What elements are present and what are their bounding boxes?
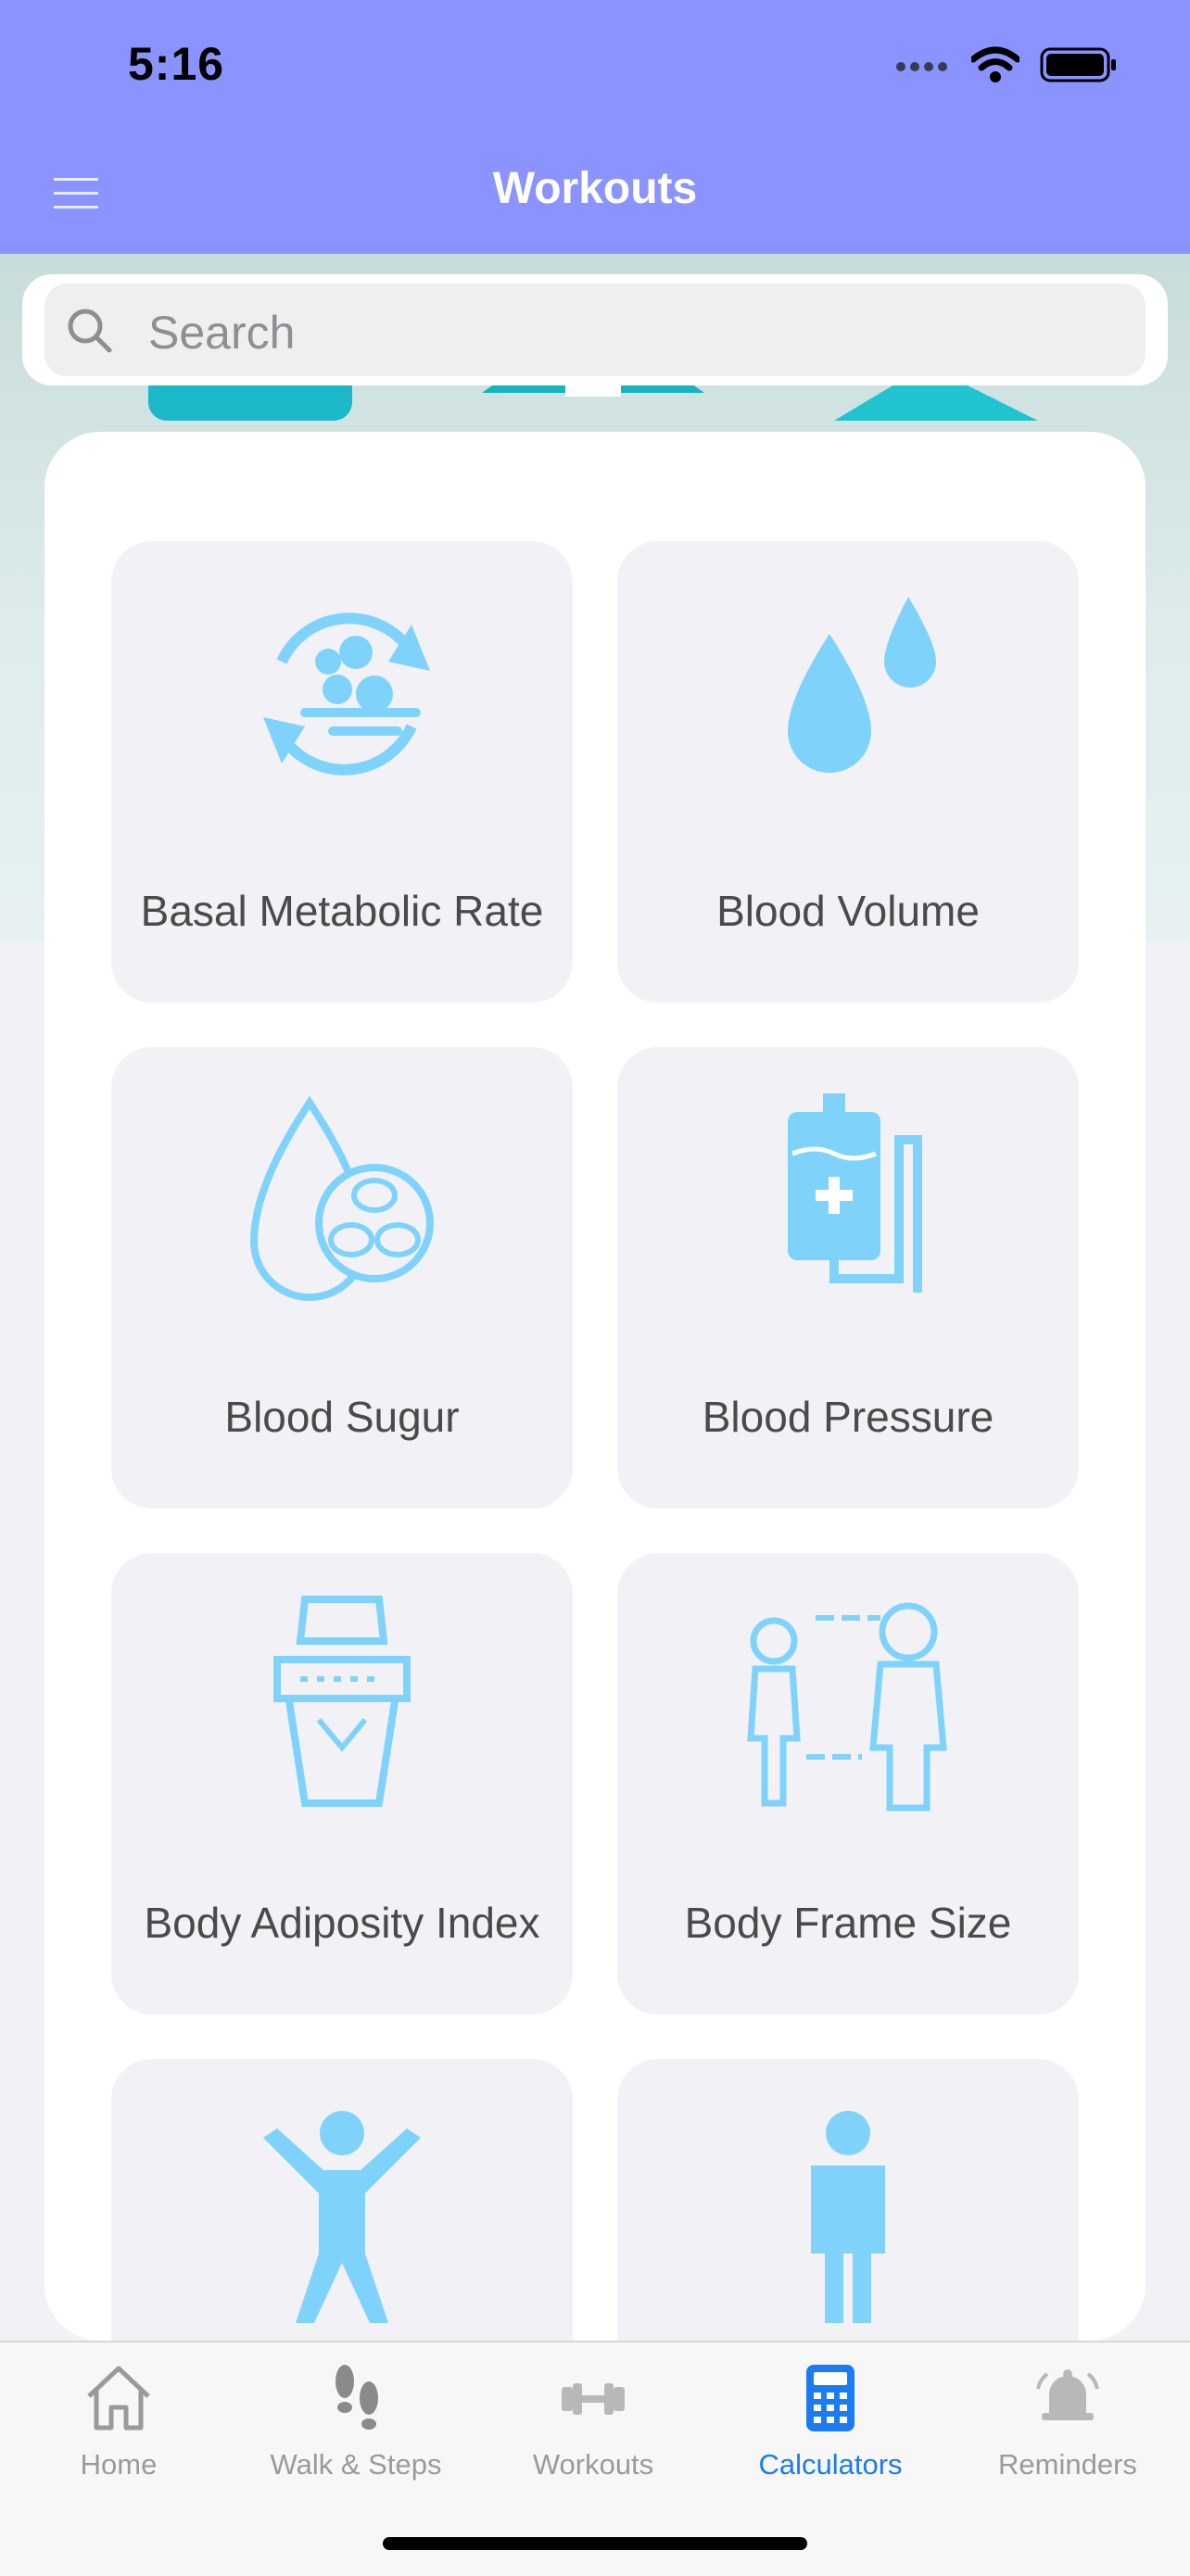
signal-icon (896, 62, 947, 71)
status-icons (895, 46, 1118, 83)
body-frame-icon (747, 1602, 947, 1812)
tab-walk-steps[interactable]: Walk & Steps (237, 2361, 475, 2500)
footsteps-icon (335, 2365, 378, 2430)
home-icon (87, 2366, 150, 2431)
bell-icon (1036, 2369, 1099, 2420)
waist-icon (273, 1596, 411, 1807)
card-label: Body Frame Size (684, 1899, 1012, 1947)
calculator-icon (806, 2365, 855, 2431)
page-title: Workouts (492, 164, 698, 213)
card-blood-sugar[interactable]: Blood Sugur (111, 1047, 573, 1509)
card-basal-metabolic-rate[interactable]: Basal Metabolic Rate (111, 541, 573, 1003)
search-input[interactable]: Search (44, 284, 1146, 376)
blood-drops-icon (788, 597, 936, 773)
status-time: 5:16 (128, 38, 225, 90)
card-label: Body Adiposity Index (144, 1899, 540, 1947)
tab-calculators[interactable]: Calculators (712, 2361, 949, 2500)
card-label: Blood Pressure (702, 1393, 994, 1441)
search-placeholder: Search (148, 307, 296, 359)
iv-bag-icon (788, 1093, 922, 1293)
tab-label: Workouts (532, 2448, 654, 2481)
card-calculator-8[interactable] (617, 2059, 1079, 2341)
search-bar: Search (22, 274, 1168, 385)
card-blood-volume[interactable]: Blood Volume (617, 541, 1079, 1003)
blood-cells-icon (249, 1095, 434, 1301)
home-indicator (383, 2537, 807, 2550)
battery-icon (1040, 47, 1116, 82)
tab-label: Reminders (998, 2448, 1137, 2481)
tab-home[interactable]: Home (0, 2361, 237, 2500)
calculator-grid: Basal Metabolic Rate Blood Volume Blood … (44, 432, 1146, 2341)
metabolism-icon (263, 612, 430, 776)
card-label: Basal Metabolic Rate (140, 887, 544, 935)
search-icon (68, 309, 112, 353)
card-calculator-7[interactable] (111, 2059, 573, 2341)
tab-workouts[interactable]: Workouts (475, 2361, 712, 2500)
card-blood-pressure[interactable]: Blood Pressure (617, 1047, 1079, 1509)
jumping-person-icon (263, 2111, 421, 2323)
card-body-adiposity-index[interactable]: Body Adiposity Index (111, 1553, 573, 2014)
standing-person-icon (811, 2111, 885, 2323)
wifi-icon (971, 46, 1019, 82)
tab-label: Home (80, 2448, 158, 2481)
card-label: Blood Volume (716, 887, 980, 935)
card-body-frame-size[interactable]: Body Frame Size (617, 1553, 1079, 2014)
tab-reminders[interactable]: Reminders (949, 2361, 1186, 2500)
card-label: Blood Sugur (224, 1393, 460, 1441)
tab-label: Calculators (758, 2448, 903, 2481)
tab-label: Walk & Steps (270, 2448, 442, 2481)
dumbbell-icon (562, 2383, 625, 2415)
app-header: 5:16 Workouts (0, 0, 1190, 254)
